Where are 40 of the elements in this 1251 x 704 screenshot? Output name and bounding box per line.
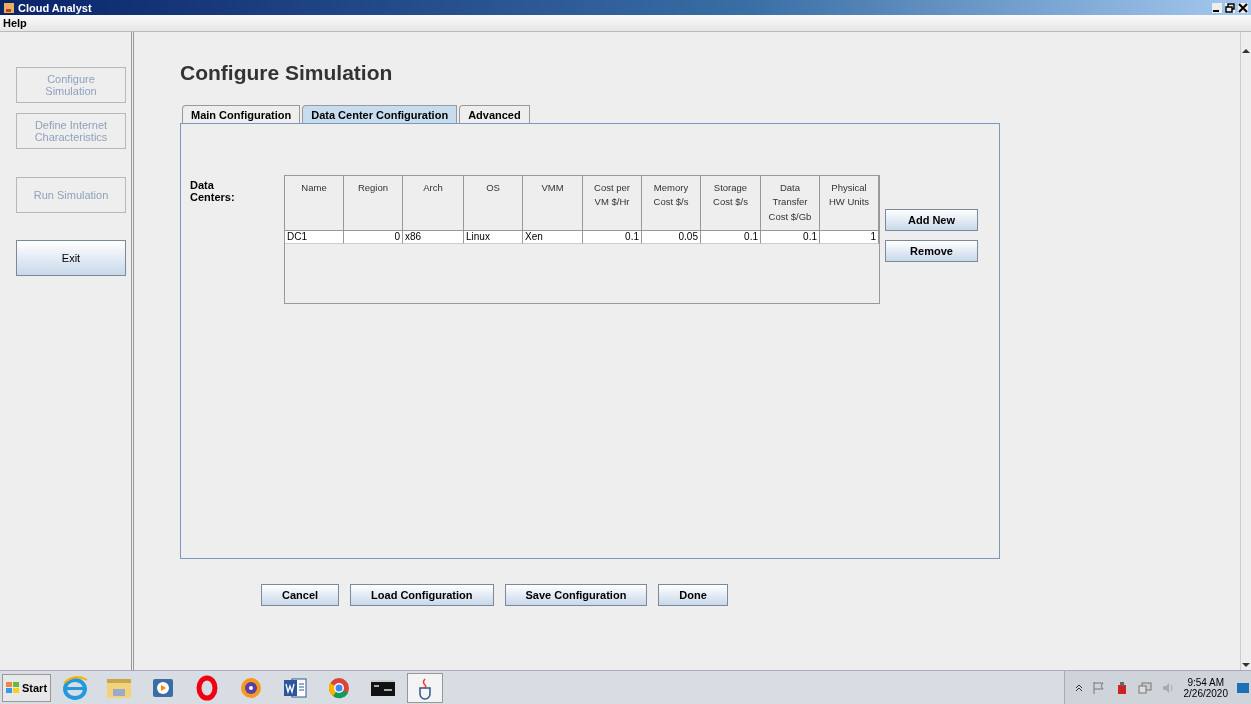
window-title: Cloud Analyst: [18, 1, 92, 14]
footer-button[interactable]: Done: [658, 584, 728, 606]
sidebar-button[interactable]: Exit: [16, 240, 126, 276]
minimize-icon[interactable]: [1212, 2, 1222, 13]
table-cell: 0.1: [583, 231, 642, 244]
show-desktop-button[interactable]: [1237, 682, 1249, 693]
table-cell: 1: [820, 231, 879, 244]
table-cell: 0.1: [701, 231, 761, 244]
tab[interactable]: Advanced: [459, 105, 530, 123]
table-cell: DC1: [285, 231, 344, 244]
menu-item[interactable]: Help: [3, 17, 27, 29]
restore-icon[interactable]: [1225, 2, 1235, 13]
table-cell: 0.1: [761, 231, 820, 244]
table-cell: Xen: [523, 231, 583, 244]
java-cup-icon[interactable]: [407, 672, 444, 703]
network-icon[interactable]: [1137, 680, 1152, 695]
clock-time: 9:54 AM: [1187, 676, 1225, 688]
data-centers-label: Data Centers:: [190, 179, 236, 203]
footer-button[interactable]: Cancel: [261, 584, 340, 606]
chevron-up-icon[interactable]: [1074, 683, 1083, 692]
table-cell: x86: [403, 231, 464, 244]
scroll-down-icon[interactable]: [1242, 662, 1250, 668]
table-cell: 0.05: [642, 231, 701, 244]
table-action-button[interactable]: Remove: [885, 240, 978, 262]
footer-button[interactable]: Save Configuration: [504, 584, 648, 606]
scrollbar[interactable]: [1240, 32, 1251, 670]
clock-date: 2/26/2020: [1183, 687, 1228, 699]
cup-icon: [3, 1, 15, 14]
page-heading: Configure Simulation: [180, 61, 394, 85]
start-button[interactable]: Start: [2, 673, 52, 702]
scroll-up-icon[interactable]: [1242, 48, 1250, 54]
table-action-button[interactable]: Add New: [885, 209, 978, 231]
close-icon[interactable]: [1238, 2, 1248, 13]
table-cell: Linux: [464, 231, 523, 244]
flag-icon[interactable]: [1091, 680, 1106, 695]
table-cell: 0: [344, 231, 403, 244]
footer-button[interactable]: Load Configuration: [350, 584, 494, 606]
tab[interactable]: Main Configuration: [182, 105, 301, 123]
windows-logo-icon: [6, 681, 20, 694]
tab[interactable]: Data Center Configuration: [302, 105, 458, 123]
